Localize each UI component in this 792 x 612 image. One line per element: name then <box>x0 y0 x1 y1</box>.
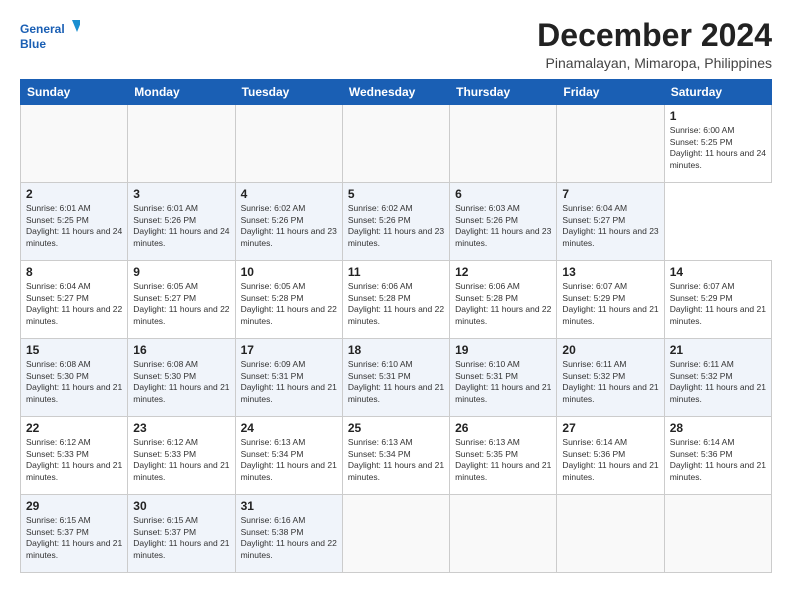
header-row: Sunday Monday Tuesday Wednesday Thursday… <box>21 80 772 105</box>
day-cell: 13Sunrise: 6:07 AMSunset: 5:29 PMDayligh… <box>557 261 664 339</box>
day-cell: 15Sunrise: 6:08 AMSunset: 5:30 PMDayligh… <box>21 339 128 417</box>
day-cell: 12Sunrise: 6:06 AMSunset: 5:28 PMDayligh… <box>450 261 557 339</box>
logo: General Blue <box>20 18 80 56</box>
empty-cell <box>128 105 235 183</box>
day-cell: 22Sunrise: 6:12 AMSunset: 5:33 PMDayligh… <box>21 417 128 495</box>
logo-icon: General Blue <box>20 18 80 56</box>
day-cell: 18Sunrise: 6:10 AMSunset: 5:31 PMDayligh… <box>342 339 449 417</box>
col-sunday: Sunday <box>21 80 128 105</box>
day-cell: 6Sunrise: 6:03 AMSunset: 5:26 PMDaylight… <box>450 183 557 261</box>
day-cell: 28Sunrise: 6:14 AMSunset: 5:36 PMDayligh… <box>664 417 771 495</box>
day-cell: 11Sunrise: 6:06 AMSunset: 5:28 PMDayligh… <box>342 261 449 339</box>
empty-cell <box>557 495 664 573</box>
day-cell: 20Sunrise: 6:11 AMSunset: 5:32 PMDayligh… <box>557 339 664 417</box>
header: General Blue December 2024 Pinamalayan, … <box>20 18 772 71</box>
col-saturday: Saturday <box>664 80 771 105</box>
day-cell: 31Sunrise: 6:16 AMSunset: 5:38 PMDayligh… <box>235 495 342 573</box>
col-monday: Monday <box>128 80 235 105</box>
calendar-week-1: 1Sunrise: 6:00 AMSunset: 5:25 PMDaylight… <box>21 105 772 183</box>
calendar-week-3: 8Sunrise: 6:04 AMSunset: 5:27 PMDaylight… <box>21 261 772 339</box>
page: General Blue December 2024 Pinamalayan, … <box>0 0 792 612</box>
day-cell: 26Sunrise: 6:13 AMSunset: 5:35 PMDayligh… <box>450 417 557 495</box>
calendar-header: Sunday Monday Tuesday Wednesday Thursday… <box>21 80 772 105</box>
day-cell: 10Sunrise: 6:05 AMSunset: 5:28 PMDayligh… <box>235 261 342 339</box>
day-cell: 9Sunrise: 6:05 AMSunset: 5:27 PMDaylight… <box>128 261 235 339</box>
empty-cell <box>235 105 342 183</box>
calendar-week-5: 22Sunrise: 6:12 AMSunset: 5:33 PMDayligh… <box>21 417 772 495</box>
day-cell: 4Sunrise: 6:02 AMSunset: 5:26 PMDaylight… <box>235 183 342 261</box>
col-tuesday: Tuesday <box>235 80 342 105</box>
empty-cell <box>342 105 449 183</box>
day-cell: 7Sunrise: 6:04 AMSunset: 5:27 PMDaylight… <box>557 183 664 261</box>
empty-cell <box>342 495 449 573</box>
day-cell: 3Sunrise: 6:01 AMSunset: 5:26 PMDaylight… <box>128 183 235 261</box>
day-cell: 2Sunrise: 6:01 AMSunset: 5:25 PMDaylight… <box>21 183 128 261</box>
day-cell: 29Sunrise: 6:15 AMSunset: 5:37 PMDayligh… <box>21 495 128 573</box>
empty-cell <box>21 105 128 183</box>
empty-cell <box>557 105 664 183</box>
svg-text:General: General <box>20 22 65 36</box>
empty-cell <box>664 495 771 573</box>
col-wednesday: Wednesday <box>342 80 449 105</box>
col-thursday: Thursday <box>450 80 557 105</box>
day-cell: 21Sunrise: 6:11 AMSunset: 5:32 PMDayligh… <box>664 339 771 417</box>
day-cell: 1Sunrise: 6:00 AMSunset: 5:25 PMDaylight… <box>664 105 771 183</box>
day-cell: 25Sunrise: 6:13 AMSunset: 5:34 PMDayligh… <box>342 417 449 495</box>
col-friday: Friday <box>557 80 664 105</box>
day-cell: 16Sunrise: 6:08 AMSunset: 5:30 PMDayligh… <box>128 339 235 417</box>
day-cell: 30Sunrise: 6:15 AMSunset: 5:37 PMDayligh… <box>128 495 235 573</box>
empty-cell <box>450 495 557 573</box>
subtitle: Pinamalayan, Mimaropa, Philippines <box>537 55 772 71</box>
calendar-body: 1Sunrise: 6:00 AMSunset: 5:25 PMDaylight… <box>21 105 772 573</box>
empty-cell <box>450 105 557 183</box>
calendar-week-2: 2Sunrise: 6:01 AMSunset: 5:25 PMDaylight… <box>21 183 772 261</box>
day-cell: 27Sunrise: 6:14 AMSunset: 5:36 PMDayligh… <box>557 417 664 495</box>
day-cell: 24Sunrise: 6:13 AMSunset: 5:34 PMDayligh… <box>235 417 342 495</box>
calendar: Sunday Monday Tuesday Wednesday Thursday… <box>20 79 772 573</box>
day-cell: 19Sunrise: 6:10 AMSunset: 5:31 PMDayligh… <box>450 339 557 417</box>
day-cell: 5Sunrise: 6:02 AMSunset: 5:26 PMDaylight… <box>342 183 449 261</box>
calendar-week-4: 15Sunrise: 6:08 AMSunset: 5:30 PMDayligh… <box>21 339 772 417</box>
calendar-week-6: 29Sunrise: 6:15 AMSunset: 5:37 PMDayligh… <box>21 495 772 573</box>
title-block: December 2024 Pinamalayan, Mimaropa, Phi… <box>537 18 772 71</box>
day-cell: 23Sunrise: 6:12 AMSunset: 5:33 PMDayligh… <box>128 417 235 495</box>
day-cell: 14Sunrise: 6:07 AMSunset: 5:29 PMDayligh… <box>664 261 771 339</box>
day-cell: 17Sunrise: 6:09 AMSunset: 5:31 PMDayligh… <box>235 339 342 417</box>
main-title: December 2024 <box>537 18 772 53</box>
svg-text:Blue: Blue <box>20 37 46 51</box>
day-cell: 8Sunrise: 6:04 AMSunset: 5:27 PMDaylight… <box>21 261 128 339</box>
